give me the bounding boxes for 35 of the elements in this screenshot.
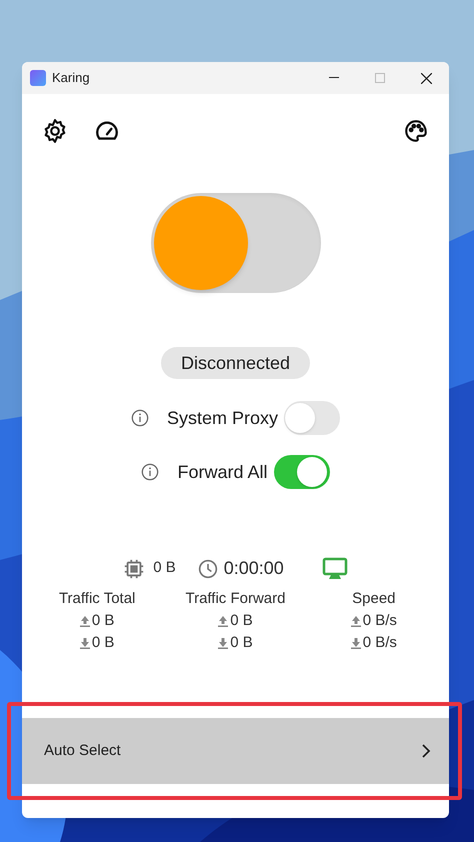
toggle-switch[interactable]: [274, 455, 330, 489]
close-icon[interactable]: [420, 72, 432, 84]
traffic-heading: Traffic Forward: [185, 589, 286, 609]
chip-icon: [123, 558, 146, 580]
chevron-right-icon: [421, 744, 431, 758]
monitor-icon[interactable]: [322, 556, 348, 580]
traffic-heading: Traffic Total: [58, 589, 136, 609]
uptime-value: 0:00:00: [224, 557, 284, 580]
toggle-label: System Proxy: [166, 406, 278, 430]
download-icon: [218, 637, 228, 649]
download-value: 0 B/s: [362, 633, 397, 653]
app-logo-icon: [30, 70, 46, 86]
info-icon[interactable]: [130, 409, 149, 427]
upload-icon: [80, 615, 90, 627]
minimize-icon[interactable]: [329, 77, 339, 79]
status-badge: Disconnected: [160, 347, 310, 379]
clock-icon: [198, 558, 218, 578]
server-selector[interactable]: Auto Select: [22, 718, 449, 784]
download-value: 0 B: [92, 633, 114, 653]
download-value: 0 B: [230, 633, 253, 653]
memory-value: 0 B: [153, 558, 176, 578]
palette-icon[interactable]: [403, 118, 429, 144]
download-icon: [80, 637, 90, 649]
upload-icon: [350, 615, 361, 627]
download-icon: [350, 637, 361, 649]
toggle-switch[interactable]: [284, 401, 340, 435]
traffic-heading: Speed: [352, 589, 396, 609]
info-icon[interactable]: [141, 463, 160, 481]
upload-icon: [218, 615, 228, 627]
settings-icon[interactable]: [42, 118, 68, 144]
upload-value: 0 B: [230, 611, 253, 631]
toggle-label: Forward All: [177, 460, 268, 484]
upload-value: 0 B: [92, 611, 114, 631]
window-title: Karing: [52, 69, 90, 88]
upload-value: 0 B/s: [362, 611, 397, 631]
